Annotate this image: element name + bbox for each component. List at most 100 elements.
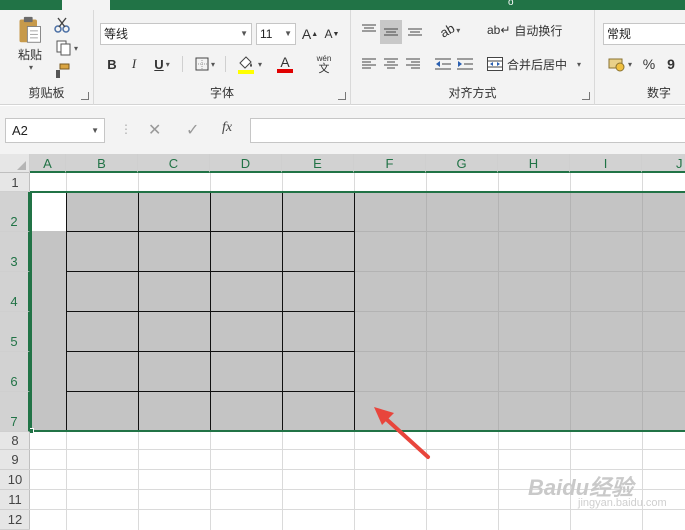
select-all-icon xyxy=(17,161,26,170)
format-painter-icon xyxy=(56,63,70,78)
bold-icon: B xyxy=(107,56,117,72)
underline-dropdown-icon[interactable]: ▾ xyxy=(166,60,170,69)
column-header-g[interactable]: G xyxy=(426,154,498,173)
formula-input[interactable] xyxy=(250,118,685,143)
chevron-down-icon: ▼ xyxy=(284,29,292,38)
copy-button[interactable]: ▾ xyxy=(52,39,82,57)
divider xyxy=(182,56,183,72)
row-header-2[interactable]: 2 xyxy=(0,192,30,232)
column-header-d[interactable]: D xyxy=(210,154,282,173)
wrap-text-label: 自动换行 xyxy=(514,23,563,38)
fill-color-dropdown-icon[interactable]: ▾ xyxy=(258,60,262,69)
grow-font-button[interactable]: A ▲ xyxy=(301,24,319,44)
row-header-1[interactable]: 1 xyxy=(0,173,30,192)
font-dialog-launcher-icon[interactable] xyxy=(338,92,346,100)
row-header-6[interactable]: 6 xyxy=(0,352,30,392)
decrease-indent-button[interactable] xyxy=(433,54,453,74)
active-tab-home[interactable] xyxy=(62,0,110,10)
increase-indent-button[interactable] xyxy=(455,54,475,74)
underline-button[interactable]: U ▾ xyxy=(148,54,176,74)
orientation-button[interactable]: ab ▾ xyxy=(435,20,465,40)
bold-button[interactable]: B xyxy=(104,54,120,74)
row-header-11[interactable]: 11 xyxy=(0,490,30,510)
paste-button[interactable]: 粘贴 ▾ xyxy=(12,16,48,72)
borders-icon xyxy=(195,57,209,71)
title-glyph: ȯ xyxy=(508,0,514,8)
number-format-select[interactable]: 常规 xyxy=(603,23,685,45)
font-color-button[interactable]: A xyxy=(268,52,302,76)
phonetic-guide-button[interactable]: wén 文 xyxy=(306,50,342,78)
format-painter-button[interactable] xyxy=(52,62,72,80)
gridline xyxy=(30,449,685,450)
font-color-swatch xyxy=(277,69,293,73)
row-header-9[interactable]: 9 xyxy=(0,450,30,470)
fill-color-button[interactable]: ▾ xyxy=(232,52,266,76)
align-right-button[interactable] xyxy=(403,54,423,74)
scissors-icon xyxy=(54,17,70,33)
font-color-icon: A xyxy=(280,54,290,70)
row-header-10[interactable]: 10 xyxy=(0,470,30,490)
formula-bar-grip-icon[interactable]: ⋮ xyxy=(120,122,132,136)
cancel-entry-icon[interactable]: ✕ xyxy=(148,120,161,140)
merge-center-button[interactable]: 合并后居中 ▾ xyxy=(487,54,587,74)
insert-function-icon[interactable]: fx xyxy=(222,120,232,136)
shrink-font-button[interactable]: A ▼ xyxy=(323,24,341,44)
clipboard-dialog-launcher-icon[interactable] xyxy=(81,92,89,100)
row-header-8[interactable]: 8 xyxy=(0,432,30,450)
row-header-7[interactable]: 7 xyxy=(0,392,30,432)
align-left-button[interactable] xyxy=(359,54,379,74)
font-size-value: 11 xyxy=(260,27,273,41)
font-name-value: 等线 xyxy=(104,27,129,41)
gridline xyxy=(30,509,685,510)
align-center-icon xyxy=(384,58,398,69)
clipboard-group: 粘贴 ▾ ▾ 剪贴板 xyxy=(0,10,94,105)
grow-font-icon: A xyxy=(301,26,312,42)
row-header-4[interactable]: 4 xyxy=(0,272,30,312)
align-top-icon xyxy=(362,24,376,32)
italic-button[interactable]: I xyxy=(126,54,142,74)
cut-button[interactable] xyxy=(52,16,72,34)
currency-icon xyxy=(608,58,625,72)
column-header-i[interactable]: I xyxy=(570,154,642,173)
align-middle-icon xyxy=(384,28,398,36)
paste-label: 粘贴 xyxy=(17,48,42,62)
alignment-dialog-launcher-icon[interactable] xyxy=(582,92,590,100)
wrap-text-button[interactable]: ab↵ 自动换行 xyxy=(487,20,567,40)
align-bottom-button[interactable] xyxy=(405,20,425,40)
align-left-icon xyxy=(362,58,376,69)
font-name-select[interactable]: 等线 ▼ xyxy=(100,23,252,45)
align-bottom-icon xyxy=(408,28,422,36)
font-group: 等线 ▼ 11 ▼ A ▲ A ▼ B I U ▾ ▾ ▾ A wén 文 字体 xyxy=(94,10,351,105)
accounting-format-button[interactable]: ▾ xyxy=(603,54,637,74)
confirm-entry-icon[interactable]: ✓ xyxy=(186,120,199,140)
accounting-dropdown-icon[interactable]: ▾ xyxy=(628,60,632,69)
align-top-button[interactable] xyxy=(359,20,379,40)
percent-button[interactable]: % xyxy=(641,54,657,74)
align-middle-button[interactable] xyxy=(380,20,402,44)
column-header-a[interactable]: A xyxy=(30,154,66,173)
font-group-label: 字体 xyxy=(209,86,234,100)
row-header-5[interactable]: 5 xyxy=(0,312,30,352)
merge-cells-icon xyxy=(487,57,503,71)
borders-button[interactable]: ▾ xyxy=(190,54,220,74)
column-header-c[interactable]: C xyxy=(138,154,210,173)
column-header-f[interactable]: F xyxy=(354,154,426,173)
column-header-e[interactable]: E xyxy=(282,154,354,173)
select-all-button[interactable] xyxy=(0,154,30,173)
percent-icon: % xyxy=(642,56,656,72)
font-size-select[interactable]: 11 ▼ xyxy=(256,23,296,45)
row-header-12[interactable]: 12 xyxy=(0,510,30,530)
paste-dropdown-icon[interactable]: ▾ xyxy=(29,63,33,72)
borders-dropdown-icon[interactable]: ▾ xyxy=(211,60,215,69)
column-header-h[interactable]: H xyxy=(498,154,570,173)
row-header-3[interactable]: 3 xyxy=(0,232,30,272)
fill-handle[interactable] xyxy=(30,428,34,434)
merge-dropdown-icon[interactable]: ▾ xyxy=(577,60,581,69)
column-header-j[interactable]: J xyxy=(642,154,685,173)
copy-dropdown-icon[interactable]: ▾ xyxy=(74,44,78,53)
column-header-b[interactable]: B xyxy=(66,154,138,173)
comma-style-button[interactable]: 9 xyxy=(663,54,679,74)
align-center-button[interactable] xyxy=(381,54,401,74)
name-box[interactable]: A2 ▼ xyxy=(5,118,105,143)
shrink-font-icon: A xyxy=(324,27,333,41)
